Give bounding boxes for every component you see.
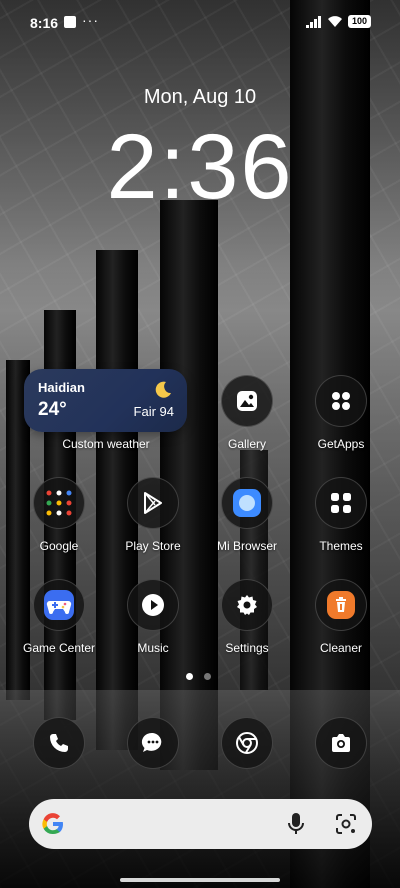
wifi-icon bbox=[328, 16, 342, 27]
mi-browser-icon bbox=[233, 489, 261, 517]
camera-icon bbox=[332, 734, 350, 752]
google-apps-folder-icon bbox=[46, 490, 72, 516]
cleaner-label: Cleaner bbox=[319, 641, 363, 655]
gallery-app-icon[interactable] bbox=[221, 375, 273, 427]
chrome-icon bbox=[236, 732, 258, 754]
lockscreen-date: Mon, Aug 10 bbox=[143, 86, 257, 108]
status-bar: 8:16 ··· 100 bbox=[0, 0, 400, 44]
mi-browser-app-icon[interactable] bbox=[221, 477, 273, 529]
themes-icon bbox=[331, 493, 351, 513]
play-store-icon bbox=[144, 492, 162, 514]
weather-widget-label: Custom weather bbox=[62, 437, 150, 451]
phone-icon bbox=[50, 734, 68, 752]
getapps-label: GetApps bbox=[317, 437, 365, 451]
game-center-label: Game Center bbox=[22, 641, 96, 655]
mi-browser-label: Mi Browser bbox=[216, 539, 277, 553]
home-indicator[interactable] bbox=[120, 878, 280, 882]
settings-app-icon[interactable] bbox=[221, 579, 273, 631]
google-g-icon bbox=[42, 813, 63, 835]
themes-app-icon[interactable] bbox=[315, 477, 367, 529]
messages-app-icon[interactable] bbox=[127, 717, 179, 769]
google-search-bar[interactable] bbox=[29, 799, 372, 849]
getapps-app-icon[interactable] bbox=[315, 375, 367, 427]
play-store-label: Play Store bbox=[125, 539, 181, 553]
weather-temperature: 24° bbox=[38, 399, 67, 420]
google-label: Google bbox=[39, 539, 79, 553]
mic-icon[interactable] bbox=[287, 812, 305, 836]
moon-icon bbox=[155, 381, 171, 398]
weather-widget[interactable]: Haidian 24° Fair 94 bbox=[24, 369, 187, 432]
camera-app-icon[interactable] bbox=[315, 717, 367, 769]
messages-icon bbox=[141, 732, 162, 752]
getapps-icon bbox=[332, 392, 350, 410]
lens-icon[interactable] bbox=[335, 813, 357, 835]
signal-icon bbox=[306, 16, 321, 28]
page-dot bbox=[204, 673, 211, 680]
battery-icon: 100 bbox=[348, 15, 371, 28]
lockscreen-clock: 2:36 bbox=[106, 116, 294, 218]
themes-label: Themes bbox=[319, 539, 363, 553]
weather-condition: Fair 94 bbox=[133, 404, 174, 419]
gallery-icon bbox=[237, 391, 257, 411]
cleaner-app-icon[interactable] bbox=[315, 579, 367, 631]
play-store-app-icon[interactable] bbox=[127, 477, 179, 529]
music-label: Music bbox=[137, 641, 169, 655]
status-time: 8:16 bbox=[30, 15, 59, 31]
settings-label: Settings bbox=[225, 641, 269, 655]
trash-icon bbox=[327, 591, 355, 619]
more-notifications-icon: ··· bbox=[82, 12, 99, 28]
music-app-icon[interactable] bbox=[127, 579, 179, 631]
game-center-app-icon[interactable] bbox=[33, 579, 85, 631]
music-play-icon bbox=[142, 594, 164, 616]
google-folder-icon[interactable] bbox=[33, 477, 85, 529]
gallery-label: Gallery bbox=[227, 437, 266, 451]
weather-city: Haidian bbox=[38, 380, 85, 395]
notification-icon bbox=[64, 16, 76, 28]
page-dot-active bbox=[186, 673, 193, 680]
gear-icon bbox=[237, 595, 257, 615]
chrome-app-icon[interactable] bbox=[221, 717, 273, 769]
game-controller-icon bbox=[44, 590, 74, 620]
phone-app-icon[interactable] bbox=[33, 717, 85, 769]
